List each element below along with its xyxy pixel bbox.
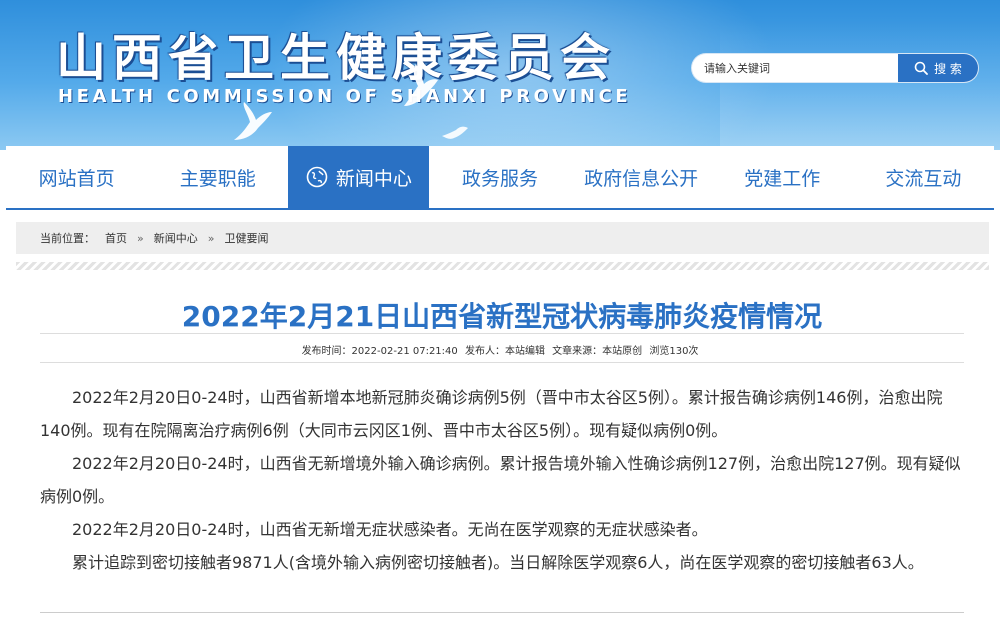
publisher: 发布人：本站编辑 [464,346,545,357]
article-title: 2022年2月21日山西省新型冠状病毒肺炎疫情情况 [181,300,823,333]
nav-item-label: 党建工作 [744,167,821,190]
nav-item-home[interactable]: 网站首页 [6,146,147,208]
nav-item-label: 政府信息公开 [584,167,699,190]
search-input[interactable] [692,54,898,82]
article-paragraph: 2022年2月20日0-24时，山西省无新增无症状感染者。无尚在医学观察的无症状… [72,520,708,539]
header-building-decoration [720,20,1000,150]
divider [40,612,964,613]
decorative-divider [16,262,989,270]
article-meta: 发布时间：2022-02-21 07:21:40 发布人：本站编辑 文章来源：本… [40,342,964,357]
site-title: 山西省卫生健康委员会 [56,28,616,87]
nav-item-label: 新闻中心 [335,167,412,190]
site-subtitle: HEALTH COMMISSION OF SHANXI PROVINCE [58,86,632,107]
divider [40,362,964,363]
nav-item-label: 主要职能 [179,167,256,190]
breadcrumb-link-home[interactable]: 首页 [105,230,127,246]
nav-item-gov-services[interactable]: 政务服务 [429,146,570,208]
view-count: 浏览130次 [649,346,699,357]
nav-item-label: 政务服务 [461,167,538,190]
nav-item-info-disclosure[interactable]: 政府信息公开 [571,146,712,208]
breadcrumb-separator: » [207,231,215,245]
nav-item-interaction[interactable]: 交流互动 [853,146,994,208]
search-icon [914,61,928,75]
nav-item-functions[interactable]: 主要职能 [147,146,288,208]
divider [40,333,964,334]
dove-icon [404,64,438,106]
search-button[interactable]: 搜 索 [898,54,978,82]
nav-item-party-building[interactable]: 党建工作 [712,146,853,208]
nav-item-news-center[interactable]: 新闻中心 [288,146,430,208]
breadcrumb: 当前位置： 首页 » 新闻中心 » 卫健要闻 [16,222,989,254]
nav-item-label: 交流互动 [885,167,962,190]
search-box: 搜 索 [692,54,978,82]
nav-item-label: 网站首页 [38,167,115,190]
publish-time: 发布时间：2022-02-21 07:21:40 [301,346,458,357]
site-header: 山西省卫生健康委员会 HEALTH COMMISSION OF SHANXI P… [0,0,1000,150]
article-paragraph: 2022年2月20日0-24时，山西省无新增境外输入确诊病例。累计报告境外输入性… [40,454,961,506]
search-button-label: 搜 索 [934,61,962,76]
article-body: 2022年2月20日0-24时，山西省新增本地新冠肺炎确诊病例5例（晋中市太谷区… [40,381,970,579]
article-paragraph: 累计追踪到密切接触者9871人(含境外输入病例密切接触者)。当日解除医学观察6人… [72,553,924,572]
article-paragraph: 2022年2月20日0-24时，山西省新增本地新冠肺炎确诊病例5例（晋中市太谷区… [40,388,943,440]
breadcrumb-link-health-news[interactable]: 卫健要闻 [224,230,268,246]
breadcrumb-separator: » [137,231,144,245]
dove-icon [442,126,468,139]
article-source: 文章来源：本站原创 [552,346,643,357]
breadcrumb-link-news-center[interactable]: 新闻中心 [154,230,198,246]
main-nav: 网站首页 主要职能 新闻中心 政务服务 政府信息公开 党建工作 交流互动 [6,146,994,210]
dove-icon [234,102,272,140]
breadcrumb-prefix: 当前位置： [40,232,95,245]
globe-icon [306,166,328,188]
